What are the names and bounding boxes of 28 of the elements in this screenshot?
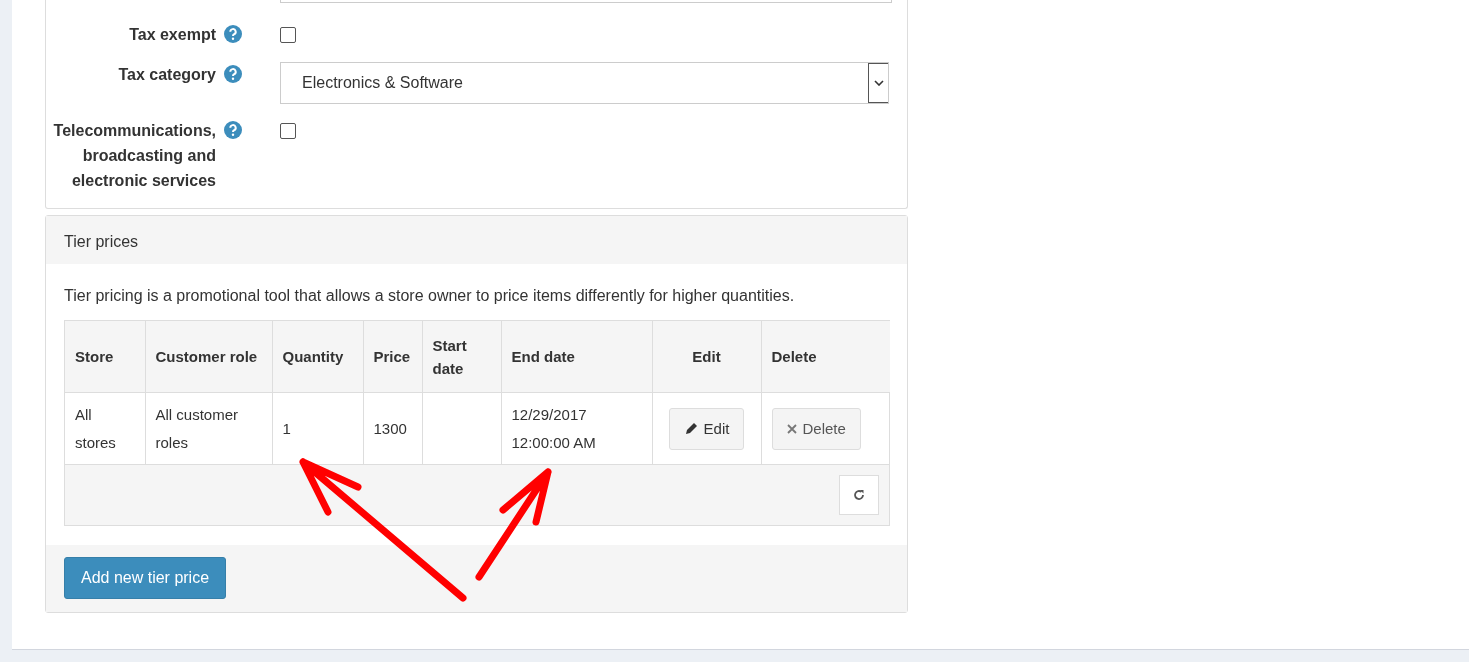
panel-header: Tier prices — [46, 216, 907, 264]
input-field[interactable] — [280, 0, 892, 3]
field-label: Tax exempt — [129, 25, 216, 45]
column-header: Store — [65, 321, 145, 393]
close-icon — [786, 423, 797, 434]
add-button[interactable]: Add new tier price — [64, 557, 227, 599]
help-icon[interactable] — [224, 65, 242, 83]
field-label: Telecommunications, broadcasting and electronic services — [52, 121, 216, 191]
column-header: Delete — [761, 321, 890, 393]
column-header: Customer role — [145, 321, 272, 393]
checkbox[interactable] — [280, 123, 296, 139]
column-header: Price — [363, 321, 422, 393]
select-field[interactable]: Electronics & Software — [280, 62, 889, 104]
column-header: Edit — [652, 321, 761, 393]
help-icon[interactable] — [224, 121, 242, 139]
delete-button[interactable]: Delete — [771, 407, 861, 450]
pencil-icon — [683, 421, 698, 436]
refresh-button[interactable] — [839, 475, 879, 515]
column-header: Quantity — [272, 321, 363, 393]
checkbox[interactable] — [280, 27, 296, 43]
description-text: Tier pricing is a promotional tool that allows a store owner to price items differently for higher quantities. — [64, 286, 796, 306]
column-header: Start date — [422, 321, 501, 393]
help-icon[interactable] — [224, 25, 242, 43]
column-header: End date — [501, 321, 652, 393]
refresh-icon — [852, 488, 866, 502]
caret-icon — [873, 80, 884, 86]
field-label: Tax category — [118, 65, 216, 85]
edit-button[interactable]: Edit — [668, 407, 745, 450]
